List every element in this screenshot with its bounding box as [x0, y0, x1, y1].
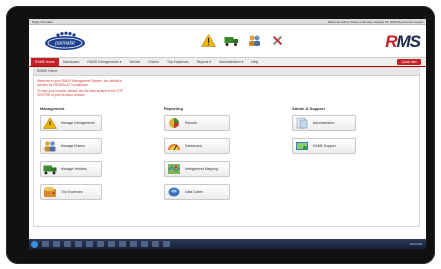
section-title: Management [40, 106, 65, 111]
main-nav: RAMS Home Dashboard RAMS Infringements ▾… [29, 57, 426, 67]
data-cubes-button[interactable]: Data Cubes [164, 184, 230, 200]
support-icon [296, 142, 308, 150]
tile-label: Trip Expenses [61, 190, 83, 194]
welcome-line: CENTRE of your browser window. [37, 93, 86, 97]
administration-button[interactable]: Administration [292, 115, 356, 131]
taskbar-app-icon[interactable] [163, 241, 170, 247]
panel-title: RAMS Home [34, 68, 419, 76]
data-cubes-icon [168, 187, 180, 197]
nav-item-dashboard[interactable]: Dashboard [59, 60, 84, 64]
rms-logo-r: R [385, 32, 397, 51]
truck-icon[interactable] [224, 34, 239, 47]
taskbar-app-icon[interactable] [97, 241, 104, 247]
tile-label: Dashboard [185, 144, 202, 148]
taskbar-app-icon[interactable] [108, 241, 115, 247]
taskbar-app-icon[interactable] [75, 241, 82, 247]
trip-expenses-button[interactable]: Trip Expenses [40, 184, 102, 200]
map-icon [167, 164, 181, 174]
tile-label: Data Cubes [185, 190, 203, 194]
reports-button[interactable]: Reports [164, 115, 230, 131]
admin-support-section: Admin & Support Administration RAMS Supp… [292, 106, 402, 161]
welcome-text: Welcome to your RAMS Management System, … [34, 76, 150, 97]
group-icon [44, 141, 56, 152]
nav-item-help[interactable]: Help [247, 60, 262, 64]
tile-label: Manage Vehicles [61, 167, 87, 171]
gauge-icon [168, 144, 180, 151]
warning-icon[interactable] [201, 34, 216, 47]
taskbar-app-icon[interactable] [152, 241, 159, 247]
tile-label: RAMS Support [313, 144, 336, 148]
taskbar-app-icon[interactable] [130, 241, 137, 247]
nav-item-vehicle[interactable]: Vehicle [125, 60, 144, 64]
toolbar-icons [201, 34, 285, 47]
taskbar-clock: 10:24 AM [409, 242, 422, 246]
logo-text: parmalat [54, 41, 75, 47]
tile-label: Administration [313, 121, 335, 125]
truck-icon [43, 165, 57, 175]
nav-item-home[interactable]: RAMS Home [31, 58, 59, 66]
user-status: Welcome Admin Today is Monday January 19… [327, 19, 423, 24]
admin-documents-icon [296, 117, 308, 129]
taskbar-app-icon[interactable] [42, 241, 49, 247]
dashboard-button[interactable]: Dashboard [164, 138, 230, 154]
nav-item-drivers[interactable]: Drivers [144, 60, 163, 64]
section-title: Reporting [164, 106, 183, 111]
nav-item-trip-expenses[interactable]: Trip Expenses [163, 60, 193, 64]
taskbar-app-icon[interactable] [53, 241, 60, 247]
manage-drivers-button[interactable]: Manage Drivers [40, 138, 102, 154]
laptop-frame: Rigby Parmalat Welcome Admin Today is Mo… [6, 6, 435, 264]
rams-support-button[interactable]: RAMS Support [292, 138, 356, 154]
taskbar-app-icon[interactable] [119, 241, 126, 247]
taskbar-app-icon[interactable] [64, 241, 71, 247]
pie-chart-icon [169, 118, 179, 128]
rms-logo[interactable]: RMS [385, 32, 421, 52]
reporting-section: Reporting Reports Dashboard Infringement… [164, 106, 274, 207]
window-title: Rigby Parmalat [32, 19, 53, 24]
group-icon[interactable] [247, 34, 262, 47]
tile-label: Manage Drivers [61, 144, 85, 148]
start-button[interactable] [31, 240, 38, 248]
manage-infringements-button[interactable]: Manage Infringements [40, 115, 102, 131]
screen: Rigby Parmalat Welcome Admin Today is Mo… [29, 19, 426, 249]
nav-item-reports[interactable]: Reports ▾ [193, 60, 216, 64]
nav-item-administration[interactable]: Administration ▾ [215, 60, 247, 64]
tile-label: Reports [185, 121, 197, 125]
warning-icon [43, 117, 57, 129]
section-title: Admin & Support [292, 106, 325, 111]
nav-item-infringements[interactable]: RAMS Infringements ▾ [83, 60, 125, 64]
manage-vehicles-button[interactable]: Manage Vehicles [40, 161, 102, 177]
rms-logo-text: MS [396, 32, 421, 51]
quick-nav-button[interactable]: Quick Nav [397, 59, 421, 65]
parmalat-logo[interactable]: parmalat [44, 31, 86, 51]
taskbar-app-icon[interactable] [141, 241, 148, 247]
taskbar: 10:24 AM [29, 239, 426, 249]
app-header: parmalat RMS [29, 25, 426, 57]
home-panel: RAMS Home Welcome to your RAMS Managemen… [33, 67, 420, 227]
infringement-mapping-button[interactable]: Infringement Mapping [164, 161, 230, 177]
wallet-icon [44, 187, 56, 197]
tile-label: Manage Infringements [61, 121, 95, 125]
taskbar-app-icon[interactable] [86, 241, 93, 247]
tile-label: Infringement Mapping [185, 167, 218, 171]
tools-icon[interactable] [270, 34, 285, 47]
management-section: Management Manage Infringements Manage D… [40, 106, 150, 207]
